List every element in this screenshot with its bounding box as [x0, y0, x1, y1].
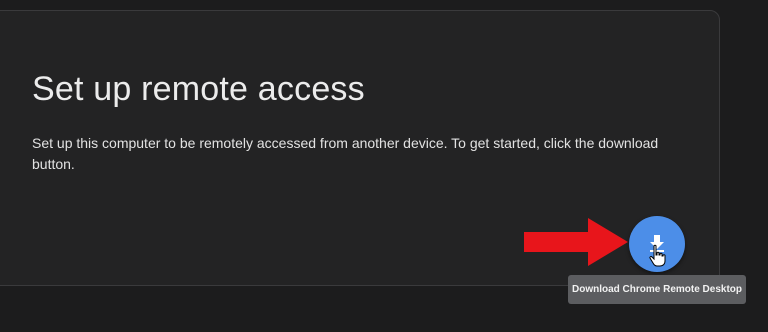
- download-tooltip: Download Chrome Remote Desktop: [568, 275, 746, 304]
- page-title: Set up remote access: [32, 70, 365, 108]
- red-arrow-icon: [524, 218, 628, 266]
- page: Set up remote access Set up this compute…: [0, 0, 768, 332]
- hand-cursor-icon: [649, 244, 666, 267]
- setup-description: Set up this computer to be remotely acce…: [32, 135, 659, 172]
